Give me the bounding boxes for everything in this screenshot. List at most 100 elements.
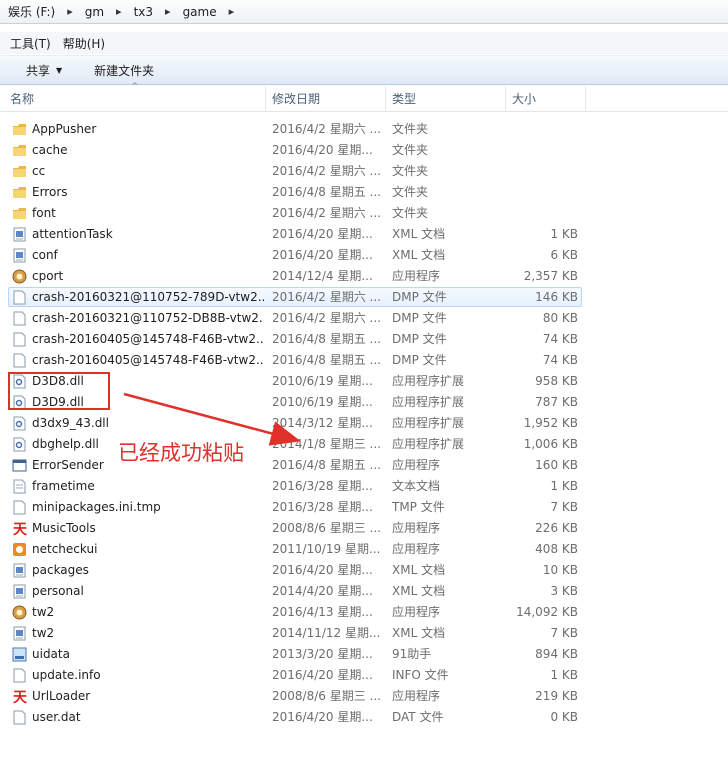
- file-row[interactable]: cc 2016/4/2 星期六 ... 文件夹: [0, 161, 728, 182]
- file-row[interactable]: 天 MusicTools 2008/8/6 星期三 ... 应用程序 226 KB: [0, 518, 728, 539]
- file-type: XML 文档: [392, 626, 446, 640]
- file-name: font: [32, 206, 56, 220]
- file-date: 2016/4/2 星期六 ...: [272, 164, 381, 178]
- file-type: 应用程序: [392, 521, 441, 535]
- file-row[interactable]: netcheckui 2011/10/19 星期... 应用程序 408 KB: [0, 539, 728, 560]
- file-date: 2013/3/20 星期...: [272, 647, 373, 661]
- breadcrumb-item[interactable]: game ▸: [179, 5, 243, 19]
- address-bar[interactable]: 娱乐 (F:) ▸ gm ▸ tx3 ▸ game ▸: [0, 0, 728, 24]
- file-row[interactable]: 天 UrlLoader 2008/8/6 星期三 ... 应用程序 219 KB: [0, 686, 728, 707]
- file-size: 14,092 KB: [516, 605, 578, 619]
- file-size: 3 KB: [550, 584, 578, 598]
- app-icon: [12, 605, 27, 620]
- file-row[interactable]: ErrorSender 2016/4/8 星期五 ... 应用程序 160 KB: [0, 455, 728, 476]
- file-size: 6 KB: [550, 248, 578, 262]
- file-row[interactable]: cache 2016/4/20 星期... 文件夹: [0, 140, 728, 161]
- file-row[interactable]: attentionTask 2016/4/20 星期... XML 文档 1 KB: [0, 224, 728, 245]
- file-date: 2016/4/2 星期六 ...: [272, 311, 381, 325]
- menu-bar: 工具(T) 帮助(H): [0, 32, 728, 54]
- breadcrumb-item[interactable]: tx3 ▸: [130, 5, 179, 19]
- file-name: packages: [32, 563, 89, 577]
- breadcrumb-separator-icon[interactable]: ▸: [59, 5, 81, 18]
- file-type: DMP 文件: [392, 353, 447, 367]
- file-row[interactable]: personal 2014/4/20 星期... XML 文档 3 KB: [0, 581, 728, 602]
- file-size: 408 KB: [535, 542, 578, 556]
- menu-help[interactable]: 帮助(H): [57, 35, 111, 52]
- file-row[interactable]: tw2 2014/11/12 星期... XML 文档 7 KB: [0, 623, 728, 644]
- breadcrumb-item[interactable]: gm ▸: [81, 5, 130, 19]
- file-size: 10 KB: [542, 563, 578, 577]
- red-tian-icon: 天: [12, 689, 28, 706]
- file-row[interactable]: AppPusher 2016/4/2 星期六 ... 文件夹: [0, 119, 728, 140]
- file-row[interactable]: crash-20160321@110752-DB8B-vtw2... 2016/4…: [0, 308, 728, 329]
- breadcrumb-separator-icon[interactable]: ▸: [157, 5, 179, 18]
- file-row[interactable]: conf 2016/4/20 星期... XML 文档 6 KB: [0, 245, 728, 266]
- blank-file-icon: [12, 710, 27, 725]
- file-type: XML 文档: [392, 227, 446, 241]
- file-date: 2016/3/28 星期...: [272, 479, 373, 493]
- file-name: crash-20160321@110752-DB8B-vtw2...: [32, 311, 264, 325]
- file-type: 应用程序: [392, 458, 441, 472]
- breadcrumb-separator-icon[interactable]: ▸: [108, 5, 130, 18]
- file-type: XML 文档: [392, 563, 446, 577]
- file-row[interactable]: minipackages.ini.tmp 2016/3/28 星期... TMP 文…: [0, 497, 728, 518]
- file-size: 958 KB: [535, 374, 578, 388]
- menu-tools[interactable]: 工具(T): [4, 35, 57, 52]
- dll-file-icon: [12, 437, 27, 452]
- file-type: 应用程序: [392, 269, 441, 283]
- file-date: 2016/4/20 星期...: [272, 143, 373, 157]
- breadcrumb-label: game: [182, 4, 217, 19]
- svg-text:天: 天: [13, 522, 27, 536]
- file-size: 219 KB: [535, 689, 578, 703]
- file-name: MusicTools: [32, 521, 96, 535]
- file-row[interactable]: cport 2014/12/4 星期... 应用程序 2,357 KB: [0, 266, 728, 287]
- file-row[interactable]: dbghelp.dll 2014/1/8 星期三 ... 应用程序扩展 1,006 K…: [0, 434, 728, 455]
- file-date: 2016/4/2 星期六 ...: [272, 206, 381, 220]
- share-button[interactable]: 共享 ▼: [20, 59, 68, 82]
- file-row[interactable]: uidata 2013/3/20 星期... 91助手 894 KB: [0, 644, 728, 665]
- file-row[interactable]: frametime 2016/3/28 星期... 文本文档 1 KB: [0, 476, 728, 497]
- file-name: crash-20160321@110752-789D-vtw2...: [32, 290, 264, 304]
- file-name: minipackages.ini.tmp: [32, 500, 161, 514]
- file-row[interactable]: packages 2016/4/20 星期... XML 文档 10 KB: [0, 560, 728, 581]
- file-type: 文件夹: [392, 206, 429, 220]
- file-type: 应用程序扩展: [392, 416, 465, 430]
- column-type[interactable]: 类型: [386, 86, 506, 112]
- file-size: 146 KB: [535, 290, 578, 304]
- folder-icon: [12, 185, 27, 200]
- column-name[interactable]: 名称: [4, 86, 266, 112]
- file-date: 2016/4/2 星期六 ...: [272, 290, 381, 304]
- column-size[interactable]: 大小: [506, 86, 586, 112]
- file-row[interactable]: Errors 2016/4/8 星期五 ... 文件夹: [0, 182, 728, 203]
- folder-icon: [12, 164, 27, 179]
- file-row[interactable]: crash-20160405@145748-F46B-vtw2... 2016/4…: [0, 350, 728, 371]
- file-type: DMP 文件: [392, 290, 447, 304]
- xml-file-icon: [12, 626, 27, 641]
- breadcrumb-item[interactable]: 娱乐 (F:) ▸: [4, 3, 81, 20]
- column-date[interactable]: 修改日期: [266, 86, 386, 112]
- orange-app-icon: [12, 542, 27, 557]
- file-row[interactable]: crash-20160321@110752-789D-vtw2... 2016/4…: [0, 287, 728, 308]
- file-row[interactable]: d3dx9_43.dll 2014/3/12 星期... 应用程序扩展 1,952 K…: [0, 413, 728, 434]
- file-row[interactable]: tw2 2016/4/13 星期... 应用程序 14,092 KB: [0, 602, 728, 623]
- xml-file-icon: [12, 248, 27, 263]
- annotation-highlight-box: [8, 372, 110, 410]
- file-name: tw2: [32, 626, 55, 640]
- file-type: DAT 文件: [392, 710, 444, 724]
- file-type: 文件夹: [392, 122, 429, 136]
- breadcrumb-label: 娱乐 (F:): [8, 5, 56, 19]
- xml-file-icon: [12, 563, 27, 578]
- file-date: 2016/4/20 星期...: [272, 248, 373, 262]
- file-date: 2008/8/6 星期三 ...: [272, 521, 381, 535]
- file-row[interactable]: user.dat 2016/4/20 星期... DAT 文件 0 KB: [0, 707, 728, 728]
- breadcrumb-label: gm: [84, 4, 105, 19]
- breadcrumb-separator-icon[interactable]: ▸: [221, 5, 243, 18]
- file-date: 2010/6/19 星期...: [272, 395, 373, 409]
- file-row[interactable]: crash-20160405@145748-F46B-vtw2... 2016/4…: [0, 329, 728, 350]
- file-type: 应用程序扩展: [392, 374, 465, 388]
- new-folder-button[interactable]: 新建文件夹: [88, 59, 160, 82]
- file-row[interactable]: font 2016/4/2 星期六 ... 文件夹: [0, 203, 728, 224]
- file-size: 894 KB: [535, 647, 578, 661]
- file-row[interactable]: update.info 2016/4/20 星期... INFO 文件 1 KB: [0, 665, 728, 686]
- file-name: personal: [32, 584, 84, 598]
